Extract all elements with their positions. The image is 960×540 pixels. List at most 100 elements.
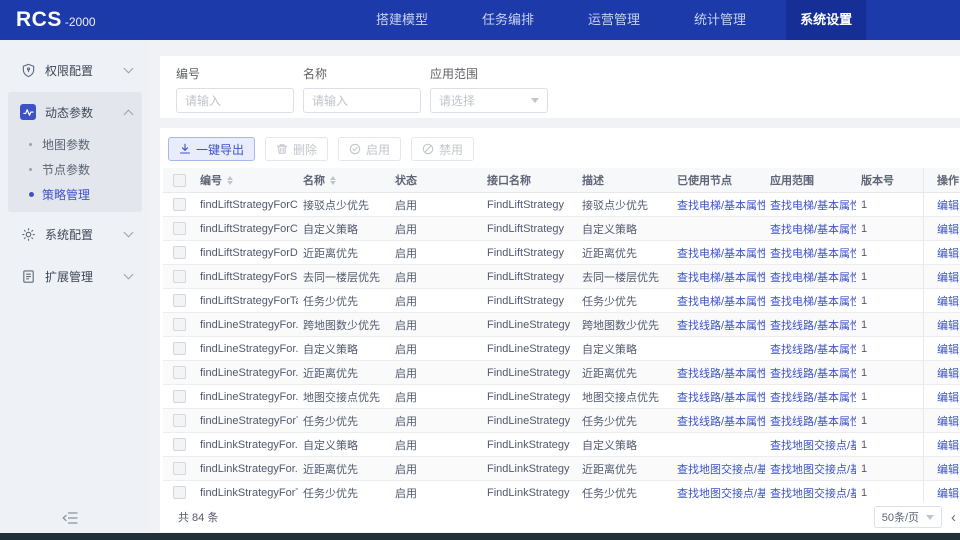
cell-desc: 自定义策略 <box>577 337 672 361</box>
table-row: findLineStrategyFor...近距离优先启用FindLineStr… <box>163 361 960 385</box>
nav-item-task-orchestration[interactable]: 任务编排 <box>468 0 548 40</box>
sidebar-item-node-params[interactable]: 节点参数 <box>8 157 142 182</box>
scope-link[interactable]: 查找线路/基本属性/查找 <box>770 413 856 429</box>
bottom-bar <box>0 533 960 540</box>
nav-item-system-settings[interactable]: 系统设置 <box>786 0 866 40</box>
scope-link[interactable]: 查找线路/基本属性/查找 <box>770 341 856 357</box>
row-checkbox[interactable] <box>173 462 186 475</box>
nodes-link[interactable]: 查找电梯/基本属性/查找 <box>677 245 765 261</box>
row-checkbox[interactable] <box>173 246 186 259</box>
collapse-sidebar-icon[interactable] <box>62 511 82 527</box>
cell-filler <box>906 433 923 457</box>
col-name[interactable]: 名称 <box>298 168 390 193</box>
disable-button[interactable]: 禁用 <box>411 137 474 161</box>
enable-button[interactable]: 启用 <box>338 137 401 161</box>
edit-link[interactable]: 编辑 <box>937 221 959 237</box>
cell-scope: 查找线路/基本属性/查找 <box>765 361 856 385</box>
cell-version: 1 <box>856 193 906 217</box>
cell-nodes: 查找线路/基本属性/查找 <box>672 409 765 433</box>
nodes-link[interactable]: 查找地图交接点/基本属性 <box>677 461 765 477</box>
row-checkbox[interactable] <box>173 438 186 451</box>
cell-desc: 地图交接点优先 <box>577 385 672 409</box>
edit-link[interactable]: 编辑 <box>937 197 959 213</box>
edit-link[interactable]: 编辑 <box>937 461 959 477</box>
sidebar-group-system-config: 系统配置 <box>8 214 142 254</box>
select-all-checkbox[interactable] <box>173 174 186 187</box>
cell-scope: 查找线路/基本属性/查找 <box>765 409 856 433</box>
nav-item-build-model[interactable]: 搭建模型 <box>362 0 442 40</box>
row-select-cell <box>163 265 195 289</box>
row-checkbox[interactable] <box>173 414 186 427</box>
nodes-link[interactable]: 查找电梯/基本属性/查找 <box>677 197 765 213</box>
row-checkbox[interactable] <box>173 342 186 355</box>
scope-link[interactable]: 查找电梯/基本属性/查找 <box>770 245 856 261</box>
cell-interface: FindLineStrategy <box>482 361 577 385</box>
cell-name: 近距离优先 <box>298 361 390 385</box>
nodes-link[interactable]: 查找线路/基本属性/查找 <box>677 389 765 405</box>
nodes-link[interactable]: 查找线路/基本属性/查找 <box>677 365 765 381</box>
row-checkbox[interactable] <box>173 294 186 307</box>
scope-link[interactable]: 查找线路/基本属性/查找 <box>770 389 856 405</box>
edit-link[interactable]: 编辑 <box>937 413 959 429</box>
cell-action: 编辑 <box>923 241 960 265</box>
edit-link[interactable]: 编辑 <box>937 245 959 261</box>
export-button[interactable]: 一键导出 <box>168 137 255 161</box>
sidebar-item-dynamic-params[interactable]: 动态参数 <box>8 92 142 132</box>
row-checkbox[interactable] <box>173 486 186 499</box>
scope-link[interactable]: 查找电梯/基本属性/查找 <box>770 293 856 309</box>
nodes-link[interactable]: 查找地图交接点/基本属性 <box>677 485 765 501</box>
sort-icon[interactable] <box>227 176 233 185</box>
row-checkbox[interactable] <box>173 198 186 211</box>
nodes-link[interactable]: 查找电梯/基本属性/查找 <box>677 269 765 285</box>
nav-item-statistics-mgmt[interactable]: 统计管理 <box>680 0 760 40</box>
chevron-down-icon <box>124 228 134 238</box>
scope-link[interactable]: 查找线路/基本属性/查找 <box>770 317 856 333</box>
scope-link[interactable]: 查找地图交接点/基本属性 <box>770 485 856 501</box>
sidebar-item-label: 扩展管理 <box>45 268 125 285</box>
page-size-select[interactable]: 50条/页 <box>874 506 942 528</box>
cell-desc: 近距离优先 <box>577 361 672 385</box>
prev-page-button[interactable]: ‹ <box>949 509 958 526</box>
col-code[interactable]: 编号 <box>195 168 298 193</box>
filter-code-input[interactable] <box>176 88 294 113</box>
row-checkbox[interactable] <box>173 366 186 379</box>
delete-button[interactable]: 删除 <box>265 137 328 161</box>
scope-link[interactable]: 查找电梯/基本属性/查找 <box>770 197 856 213</box>
strategy-table: 编号名称状态接口名称描述已使用节点应用范围版本号操作 findLiftStrat… <box>163 168 960 505</box>
filter-scope-select[interactable]: 请选择 <box>430 88 548 113</box>
edit-link[interactable]: 编辑 <box>937 341 959 357</box>
row-checkbox[interactable] <box>173 390 186 403</box>
row-checkbox[interactable] <box>173 318 186 331</box>
sidebar-item-system-config[interactable]: 系统配置 <box>8 214 142 254</box>
row-checkbox[interactable] <box>173 270 186 283</box>
nodes-link[interactable]: 查找线路/基本属性/查找 <box>677 413 765 429</box>
nav-item-operation-mgmt[interactable]: 运营管理 <box>574 0 654 40</box>
sidebar-item-map-params[interactable]: 地图参数 <box>8 132 142 157</box>
edit-link[interactable]: 编辑 <box>937 269 959 285</box>
cell-interface: FindLiftStrategy <box>482 265 577 289</box>
table-row: findLiftStrategyForTa...任务少优先启用FindLiftS… <box>163 289 960 313</box>
sidebar-item-extension-mgmt[interactable]: 扩展管理 <box>8 256 142 296</box>
row-checkbox[interactable] <box>173 222 186 235</box>
scope-link[interactable]: 查找地图交接点/基本属性 <box>770 461 856 477</box>
sidebar-item-strategy-mgmt[interactable]: 策略管理 <box>8 182 142 207</box>
cell-filler <box>906 241 923 265</box>
edit-link[interactable]: 编辑 <box>937 317 959 333</box>
edit-link[interactable]: 编辑 <box>937 365 959 381</box>
sidebar-item-permission-config[interactable]: 权限配置 <box>8 50 142 90</box>
edit-link[interactable]: 编辑 <box>937 437 959 453</box>
main-nav: 搭建模型任务编排运营管理统计管理系统设置 <box>362 0 892 40</box>
scope-link[interactable]: 查找电梯/基本属性/查找 <box>770 221 856 237</box>
cell-name: 近距离优先 <box>298 241 390 265</box>
sort-icon[interactable] <box>330 176 336 185</box>
edit-link[interactable]: 编辑 <box>937 389 959 405</box>
scope-link[interactable]: 查找线路/基本属性/查找 <box>770 365 856 381</box>
nodes-link[interactable]: 查找电梯/基本属性/查找 <box>677 293 765 309</box>
filter-field-name: 名称 <box>303 65 421 113</box>
edit-link[interactable]: 编辑 <box>937 485 959 501</box>
scope-link[interactable]: 查找电梯/基本属性/查找 <box>770 269 856 285</box>
edit-link[interactable]: 编辑 <box>937 293 959 309</box>
nodes-link[interactable]: 查找线路/基本属性/查找 <box>677 317 765 333</box>
filter-name-input[interactable] <box>303 88 421 113</box>
scope-link[interactable]: 查找地图交接点/基本属性 <box>770 437 856 453</box>
